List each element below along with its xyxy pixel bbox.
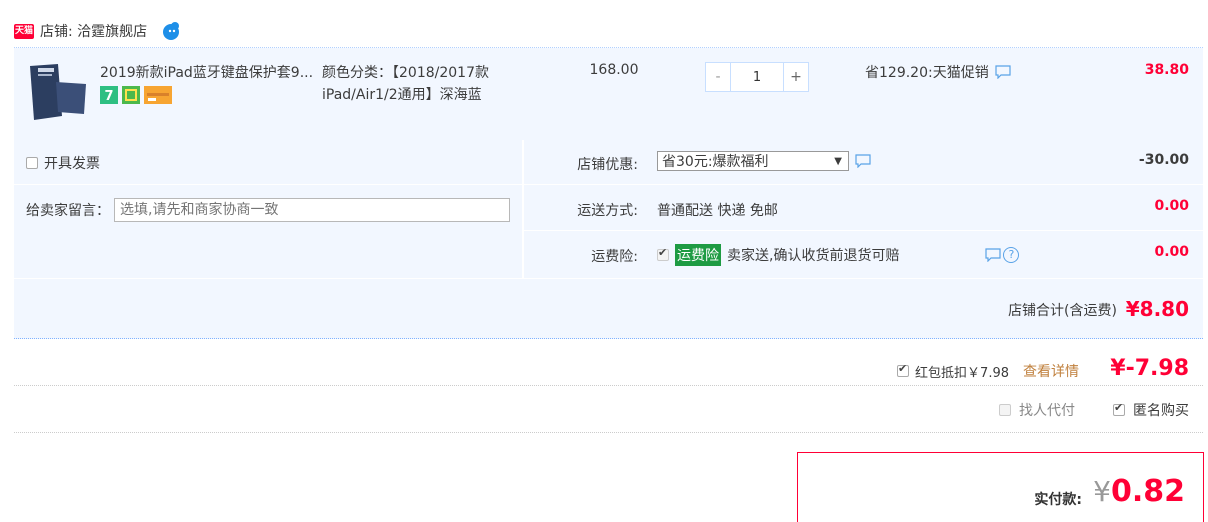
insurance-tag: 运费险 [675,244,721,266]
wangwang-chat-icon[interactable] [161,21,181,41]
help-icon[interactable]: ? [1003,247,1020,263]
shipping-method: 普通配送 快递 免邮 [657,203,778,219]
order-item-row: 2019新款iPad蓝牙键盘保护套9.... 7 颜色分类：【2018/2017… [14,48,1203,140]
red-envelope-label: 红包抵扣￥7.98 [915,365,1009,381]
tmall-badge-icon: 天猫 [14,23,34,39]
payment-summary: 实付款: ¥ 0.82 [797,452,1204,522]
item-subtotal: 38.80 [1144,62,1189,78]
comment-icon[interactable] [995,65,1011,79]
insurance-desc: 卖家送,确认收货前退货可赔 [727,248,900,264]
order-options-left: 开具发票 给卖家留言： [14,140,523,278]
comment-icon[interactable] [985,248,1002,262]
product-thumbnail[interactable] [28,62,88,122]
anonymous-option[interactable]: 匿名购买 [1113,400,1189,420]
shipping-label: 运送方式: [577,203,638,219]
shop-name[interactable]: 店铺: 洽霆旗舰店 [40,21,147,41]
proxy-pay-option[interactable]: 找人代付 [999,400,1075,420]
seven-day-return-icon: 7 [100,86,118,104]
anonymous-checkbox[interactable] [1113,401,1125,416]
insurance-icons: ? [985,247,1020,263]
seller-message-input[interactable] [114,198,510,222]
quantity-increase-button[interactable]: + [784,63,808,91]
checkout-options-row: 找人代付 匿名购买 [14,387,1203,433]
quality-guarantee-icon [122,86,140,104]
order-options-right: 店铺优惠: 省30元:爆款福利 ▼ -30.00 运送方式: 普通配送 快递 免… [524,140,1203,278]
shipping-value: 普通配送 快递 免邮 [657,200,778,220]
seller-message: 给卖家留言： [26,198,510,222]
seller-message-label: 给卖家留言： [26,203,110,219]
credit-card-icon [144,86,172,104]
shop-discount-select[interactable]: 省30元:爆款福利 ▼ [657,151,849,171]
shop-total-label: 店铺合计(含运费) [1008,303,1117,319]
shop-discount-label: 店铺优惠: [577,157,638,173]
service-icons: 7 [100,86,172,104]
promotion-text: 省129.20:天猫促销 [865,65,989,81]
dropdown-arrow-icon: ▼ [834,155,842,167]
quantity-stepper: - + [705,62,809,92]
comment-icon[interactable] [855,154,871,168]
shop-discount-value: 省30元:爆款福利 ▼ [657,151,871,171]
shop-total-row: 店铺合计(含运费) ¥8.80 [14,279,1203,339]
invoice-row: 开具发票 [14,140,522,185]
insurance-row: 运费险: 运费险 卖家送,确认收货前退货可赔 ? 0.00 [524,232,1203,277]
shop-discount-amount: -30.00 [1138,152,1189,168]
red-envelope-details-link[interactable]: 查看详情 [1023,361,1079,381]
anonymous-label: 匿名购买 [1133,403,1189,419]
invoice-label: 开具发票 [44,156,100,172]
proxy-pay-checkbox[interactable] [999,404,1011,416]
shop-discount-selected: 省30元:爆款福利 [662,154,769,170]
red-envelope-row: 红包抵扣￥7.98 查看详情 ¥-7.98 [14,352,1203,386]
red-envelope-option: 红包抵扣￥7.98 查看详情 [897,361,1079,381]
quantity-input[interactable] [730,63,784,91]
red-envelope-checkbox[interactable] [897,362,910,377]
proxy-pay-label: 找人代付 [1019,403,1075,419]
invoice-checkbox[interactable] [26,157,38,169]
promotion-info: 省129.20:天猫促销 [865,62,1011,82]
payment-label: 实付款: [1034,492,1082,508]
shop-header: 天猫 店铺: 洽霆旗舰店 [14,16,181,46]
product-title[interactable]: 2019新款iPad蓝牙键盘保护套9.... [100,62,312,82]
product-sku: 颜色分类：【2018/2017款iPad/Air1/2通用】深海蓝 [322,65,489,103]
order-confirm-page: 天猫 店铺: 洽霆旗舰店 2019新款iPad蓝牙键盘保护套9.... 7 颜色… [0,0,1208,522]
invoice-option[interactable]: 开具发票 [26,153,100,173]
shipping-row: 运送方式: 普通配送 快递 免邮 0.00 [524,186,1203,231]
insurance-label: 运费险: [591,249,638,265]
shop-discount-row: 店铺优惠: 省30元:爆款福利 ▼ -30.00 [524,140,1203,185]
shipping-amount: 0.00 [1154,198,1189,214]
red-envelope-value: ¥-7.98 [1110,356,1189,381]
quantity-decrease-button[interactable]: - [706,63,730,91]
shop-total-value: ¥8.80 [1125,297,1189,321]
insurance-value: 运费险 卖家送,确认收货前退货可赔 ? [657,244,1020,266]
payment-currency: ¥ [1093,475,1111,508]
svg-text:7: 7 [104,89,113,104]
payment-amount: 0.82 [1110,474,1185,509]
insurance-checkbox [657,246,669,261]
insurance-amount: 0.00 [1154,244,1189,260]
unit-price: 168.00 [589,62,639,78]
